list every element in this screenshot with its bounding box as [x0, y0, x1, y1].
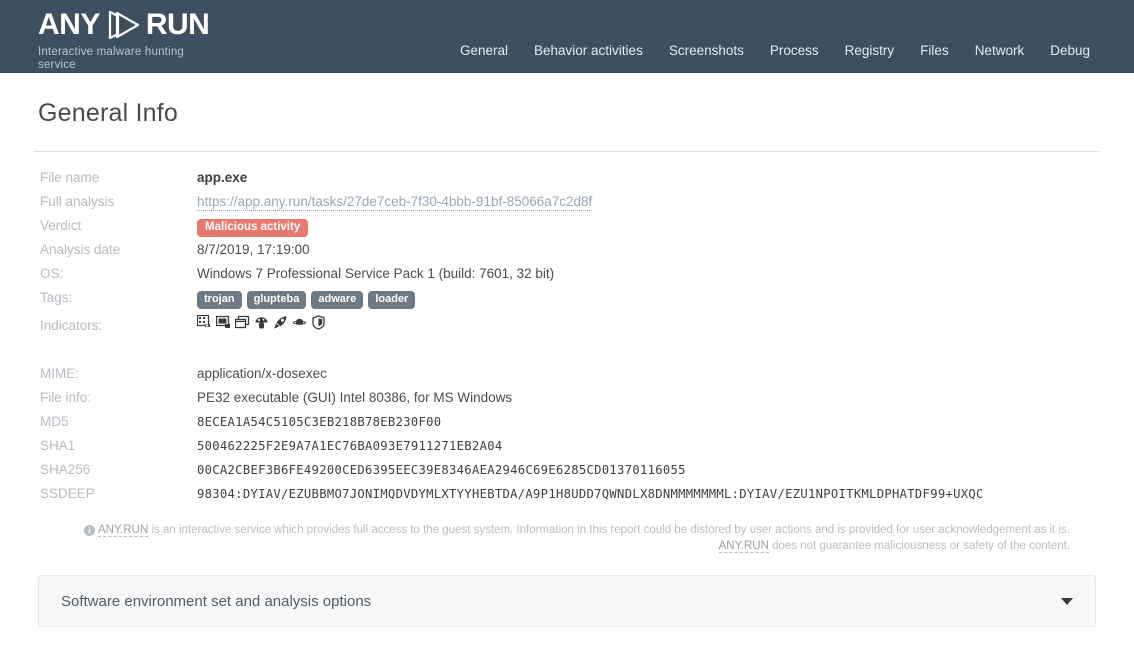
row-md5: MD5 8ECEA1A54C5105C3EB218B78EB230F00	[40, 410, 1100, 434]
label-ssdeep: SSDEEP	[40, 482, 197, 506]
main-navigation: General Behavior activities Screenshots …	[460, 44, 1090, 58]
value-file-info: PE32 executable (GUI) Intel 80386, for M…	[197, 386, 512, 410]
page-title: General Info	[38, 99, 1100, 128]
row-file-name: File name app.exe	[40, 166, 1100, 190]
title-divider	[34, 151, 1100, 152]
label-md5: MD5	[40, 410, 197, 434]
network-threat-icon[interactable]	[197, 315, 212, 330]
value-md5: 8ECEA1A54C5105C3EB218B78EB230F00	[197, 410, 441, 434]
label-sha1: SHA1	[40, 434, 197, 458]
label-file-info: File info:	[40, 386, 197, 410]
logo[interactable]: ANY RUN	[38, 8, 213, 42]
mushroom-icon[interactable]	[254, 315, 269, 330]
chevron-down-icon[interactable]	[1061, 598, 1073, 605]
info-circle-icon: i	[84, 525, 95, 536]
nav-item-registry[interactable]: Registry	[845, 44, 895, 58]
label-os: OS:	[40, 262, 197, 286]
tag-glupteba[interactable]: glupteba	[247, 291, 307, 309]
row-full-analysis: Full analysis https://app.any.run/tasks/…	[40, 190, 1100, 214]
tag-loader[interactable]: loader	[368, 291, 415, 309]
shield-icon[interactable]	[311, 315, 326, 330]
nav-item-behavior-activities[interactable]: Behavior activities	[534, 44, 643, 58]
row-ssdeep: SSDEEP 98304:DYIAV/EZUBBMO7JONIMQDVDYMLX…	[40, 482, 1100, 506]
label-tags: Tags:	[40, 286, 197, 310]
nav-item-screenshots[interactable]: Screenshots	[669, 44, 744, 58]
label-verdict: Verdict	[40, 214, 197, 238]
nav-item-debug[interactable]: Debug	[1050, 44, 1090, 58]
row-verdict: Verdict Malicious activity	[40, 214, 1100, 238]
value-full-analysis: https://app.any.run/tasks/27de7ceb-7f30-…	[197, 190, 592, 214]
anyrun-reference-second[interactable]: ANY.RUN	[719, 540, 769, 553]
disclaimer-sentence-first: is an interactive service which provides…	[148, 524, 1070, 536]
section-spacer	[40, 338, 1100, 362]
nav-item-files[interactable]: Files	[920, 44, 949, 58]
logo-text-run: RUN	[146, 10, 210, 40]
value-indicators	[197, 310, 326, 334]
tag-trojan[interactable]: trojan	[197, 291, 242, 309]
tag-list: trojan glupteba adware loader	[197, 291, 415, 309]
nav-item-network[interactable]: Network	[975, 44, 1025, 58]
logo-text-any: ANY	[38, 10, 100, 40]
label-mime: MIME:	[40, 362, 197, 386]
row-analysis-date: Analysis date 8/7/2019, 17:19:00	[40, 238, 1100, 262]
anyrun-reference-first[interactable]: ANY.RUN	[98, 524, 148, 537]
screenshot-icon[interactable]	[216, 315, 231, 330]
value-sha1: 500462225F2E9A7A1EC76BA093E7911271EB2A04	[197, 434, 503, 458]
label-file-name: File name	[40, 166, 197, 190]
nav-item-general[interactable]: General	[460, 44, 508, 58]
play-triangle-logo	[104, 9, 144, 41]
accordion-title: Software environment set and analysis op…	[61, 593, 371, 610]
row-os: OS: Windows 7 Professional Service Pack …	[40, 262, 1100, 286]
rocket-icon[interactable]	[273, 315, 288, 330]
full-analysis-link[interactable]: https://app.any.run/tasks/27de7ceb-7f30-…	[197, 194, 592, 211]
value-mime: application/x-dosexec	[197, 362, 327, 386]
row-sha1: SHA1 500462225F2E9A7A1EC76BA093E7911271E…	[40, 434, 1100, 458]
label-full-analysis: Full analysis	[40, 190, 197, 214]
general-info-table: File name app.exe Full analysis https://…	[34, 166, 1100, 506]
nav-item-process[interactable]: Process	[770, 44, 819, 58]
site-header: ANY RUN Interactive malware hunting serv…	[0, 0, 1134, 73]
disclaimer-text: iANY.RUN is an interactive service which…	[34, 522, 1100, 555]
label-analysis-date: Analysis date	[40, 238, 197, 262]
value-os: Windows 7 Professional Service Pack 1 (b…	[197, 262, 554, 286]
label-indicators: Indicators:	[40, 314, 197, 338]
brand-tagline: Interactive malware hunting service	[38, 46, 213, 72]
disclaimer-sentence-second: does not guarantee maliciousness or safe…	[769, 540, 1070, 552]
brand-block[interactable]: ANY RUN Interactive malware hunting serv…	[0, 0, 213, 72]
tag-adware[interactable]: adware	[311, 291, 363, 309]
indicator-list	[197, 310, 326, 334]
row-file-info: File info: PE32 executable (GUI) Intel 8…	[40, 386, 1100, 410]
software-environment-accordion[interactable]: Software environment set and analysis op…	[38, 575, 1096, 627]
value-verdict: Malicious activity	[197, 214, 308, 238]
value-tags: trojan glupteba adware loader	[197, 291, 415, 309]
verdict-badge: Malicious activity	[197, 219, 308, 237]
ufo-icon[interactable]	[292, 315, 307, 330]
row-indicators: Indicators:	[40, 310, 1100, 338]
row-tags: Tags: trojan glupteba adware loader	[40, 286, 1100, 310]
windows-stack-icon[interactable]	[235, 315, 250, 330]
value-analysis-date: 8/7/2019, 17:19:00	[197, 238, 310, 262]
row-sha256: SHA256 00CA2CBEF3B6FE49200CED6395EEC39E8…	[40, 458, 1100, 482]
value-file-name: app.exe	[197, 166, 247, 190]
value-ssdeep: 98304:DYIAV/EZUBBMO7JONIMQDVDYMLXTYYHEBT…	[197, 482, 984, 506]
row-mime: MIME: application/x-dosexec	[40, 362, 1100, 386]
label-sha256: SHA256	[40, 458, 197, 482]
page-content: General Info File name app.exe Full anal…	[0, 99, 1134, 627]
value-sha256: 00CA2CBEF3B6FE49200CED6395EEC39E8346AEA2…	[197, 458, 686, 482]
